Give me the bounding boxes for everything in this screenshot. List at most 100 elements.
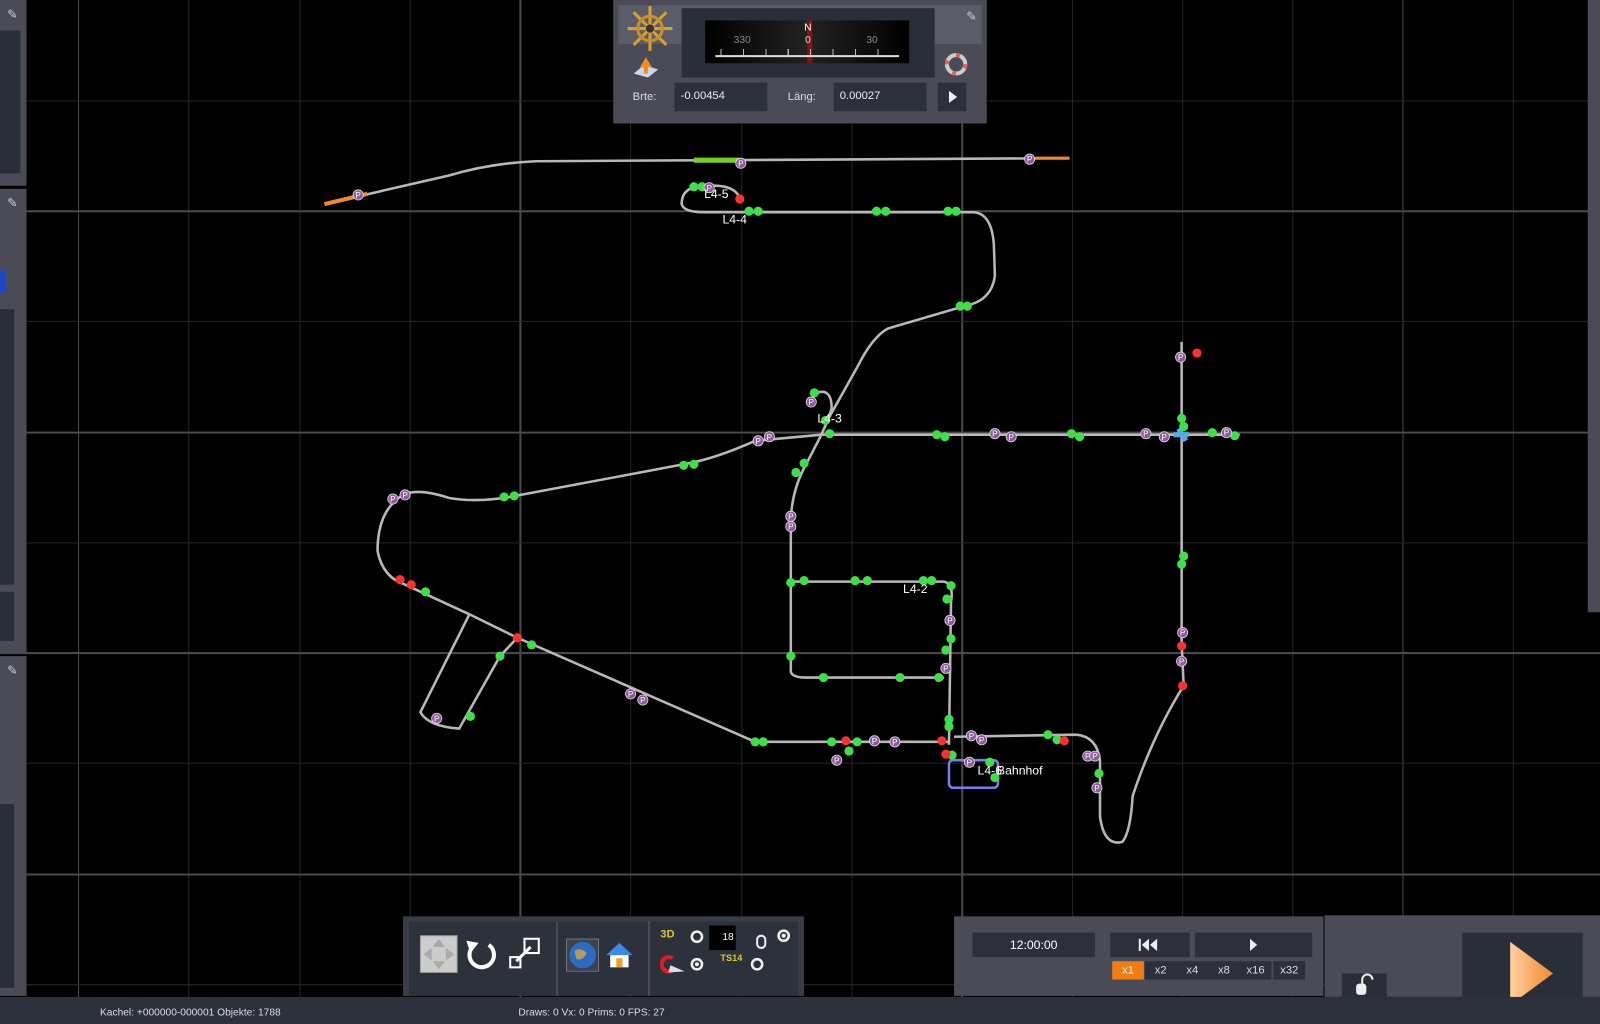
compass-tick-label: 30	[866, 34, 878, 46]
track-map[interactable]: PPP PPP P P P P P PPP PPPPPPPPP PPP PPP PPPPL4-5L4-…	[0, 0, 1600, 1024]
signal-red	[937, 736, 947, 746]
parking-marker-letter: P	[808, 398, 814, 407]
parking-marker-letter: P	[788, 512, 794, 521]
home-icon[interactable]	[605, 941, 634, 970]
pin-icon[interactable]: ✎	[4, 664, 20, 676]
signal-green	[799, 458, 809, 468]
signal-green	[941, 645, 951, 655]
signal-green	[927, 576, 937, 586]
play-icon	[948, 90, 958, 104]
signal-green	[818, 672, 829, 683]
parking-marker-letter: P	[1092, 752, 1098, 761]
play-clock-button[interactable]	[1194, 932, 1313, 958]
mouse-icon[interactable]	[755, 932, 767, 950]
signal-green	[844, 746, 854, 756]
signal-green	[499, 492, 509, 502]
signal-green	[1066, 429, 1077, 439]
signal-red	[941, 749, 951, 759]
map-upload-icon[interactable]	[632, 53, 659, 78]
signal-green	[1177, 559, 1187, 569]
clock-display: 12:00:00	[972, 932, 1095, 958]
3d-camera-icon[interactable]: 3D	[660, 929, 674, 941]
signal-green	[871, 206, 882, 216]
globe-icon[interactable]	[566, 938, 599, 972]
pin-icon[interactable]: ✎	[4, 8, 20, 20]
signal-green	[465, 711, 475, 721]
parking-marker-letter: P	[967, 758, 973, 767]
signal-green	[809, 388, 819, 398]
resize-icon[interactable]	[508, 937, 541, 972]
lock-button[interactable]	[1341, 973, 1387, 997]
latitude-field[interactable]: -0.00454	[674, 82, 768, 112]
signal-green	[527, 640, 537, 650]
toggle-ts14-radio[interactable]	[750, 957, 764, 971]
parking-marker-letter: P	[640, 696, 646, 705]
toggle-3d-radio[interactable]	[690, 930, 704, 944]
ts14-axes-icon[interactable]: TS14	[720, 953, 742, 963]
signal-green	[862, 576, 872, 586]
speed-x16-button[interactable]: x16	[1239, 961, 1272, 980]
track-label: L4-4	[722, 212, 747, 226]
signal-green	[786, 578, 796, 588]
speed-x2-button[interactable]: x2	[1144, 961, 1177, 980]
signal-red	[1059, 736, 1069, 746]
rewind-button[interactable]	[1110, 932, 1190, 958]
parking-marker-letter: P	[1179, 657, 1185, 666]
pin-icon[interactable]: ✎	[963, 10, 979, 22]
signal-green	[1177, 413, 1187, 423]
compass-frame: N 330 0 30	[681, 8, 935, 78]
speed-x4-button[interactable]: x4	[1176, 961, 1209, 980]
rotate-icon[interactable]	[462, 937, 499, 974]
parking-marker-letter: P	[943, 664, 949, 673]
parking-marker-letter: P	[355, 191, 361, 200]
signal-green	[753, 206, 763, 216]
signal-green	[495, 651, 505, 661]
parking-marker-letter: P	[1143, 430, 1149, 439]
left-panel-1: ✎	[0, 0, 27, 186]
signal-green	[827, 737, 837, 747]
go-to-coords-button[interactable]	[937, 82, 967, 112]
signal-green	[1043, 730, 1053, 740]
play-icon	[1249, 938, 1258, 952]
compass-tick-label: 330	[733, 34, 751, 46]
skip-back-icon	[1138, 938, 1158, 952]
parking-marker-letter: P	[434, 714, 440, 723]
track-label: L4-3	[817, 411, 842, 425]
signal-red	[395, 574, 405, 585]
parking-marker-letter: P	[992, 430, 998, 439]
layer-number-field[interactable]: 18	[709, 925, 736, 950]
compass-rose-icon[interactable]	[623, 2, 676, 55]
speed-x1-button[interactable]: x1	[1112, 961, 1144, 980]
pin-icon[interactable]: ✎	[4, 197, 20, 209]
signal-red	[735, 194, 745, 204]
signal-green	[509, 491, 519, 501]
parking-marker-letter: P	[788, 523, 794, 532]
signal-green	[1094, 768, 1104, 779]
parking-marker-letter: P	[755, 437, 761, 446]
magnet-icon[interactable]	[660, 955, 685, 974]
signal-green	[934, 672, 944, 683]
signal-green	[850, 576, 860, 586]
fit-view-icon[interactable]	[419, 935, 458, 974]
latitude-label: Brte:	[632, 90, 657, 104]
signal-red	[1178, 681, 1188, 691]
signal-green	[689, 182, 699, 192]
longitude-field[interactable]: 0.00027	[833, 82, 927, 112]
longitude-label: Läng:	[787, 90, 816, 104]
signal-red	[406, 580, 416, 590]
parking-marker-letter: P	[872, 737, 878, 746]
toggle-mouse-radio[interactable]	[777, 929, 791, 943]
speed-x8-button[interactable]: x8	[1208, 961, 1240, 980]
lifebuoy-icon[interactable]	[944, 53, 968, 76]
signal-green	[946, 581, 956, 591]
toggle-snap-radio[interactable]	[690, 957, 704, 971]
signal-green	[944, 721, 954, 732]
speed-x32-button[interactable]: x32	[1273, 961, 1306, 980]
signal-green	[758, 737, 768, 747]
signal-red	[1192, 348, 1202, 358]
signal-green	[791, 467, 801, 478]
parking-marker-letter: P	[1224, 429, 1230, 438]
signal-green	[679, 460, 689, 470]
signal-green	[786, 651, 796, 661]
signal-red	[841, 736, 851, 746]
